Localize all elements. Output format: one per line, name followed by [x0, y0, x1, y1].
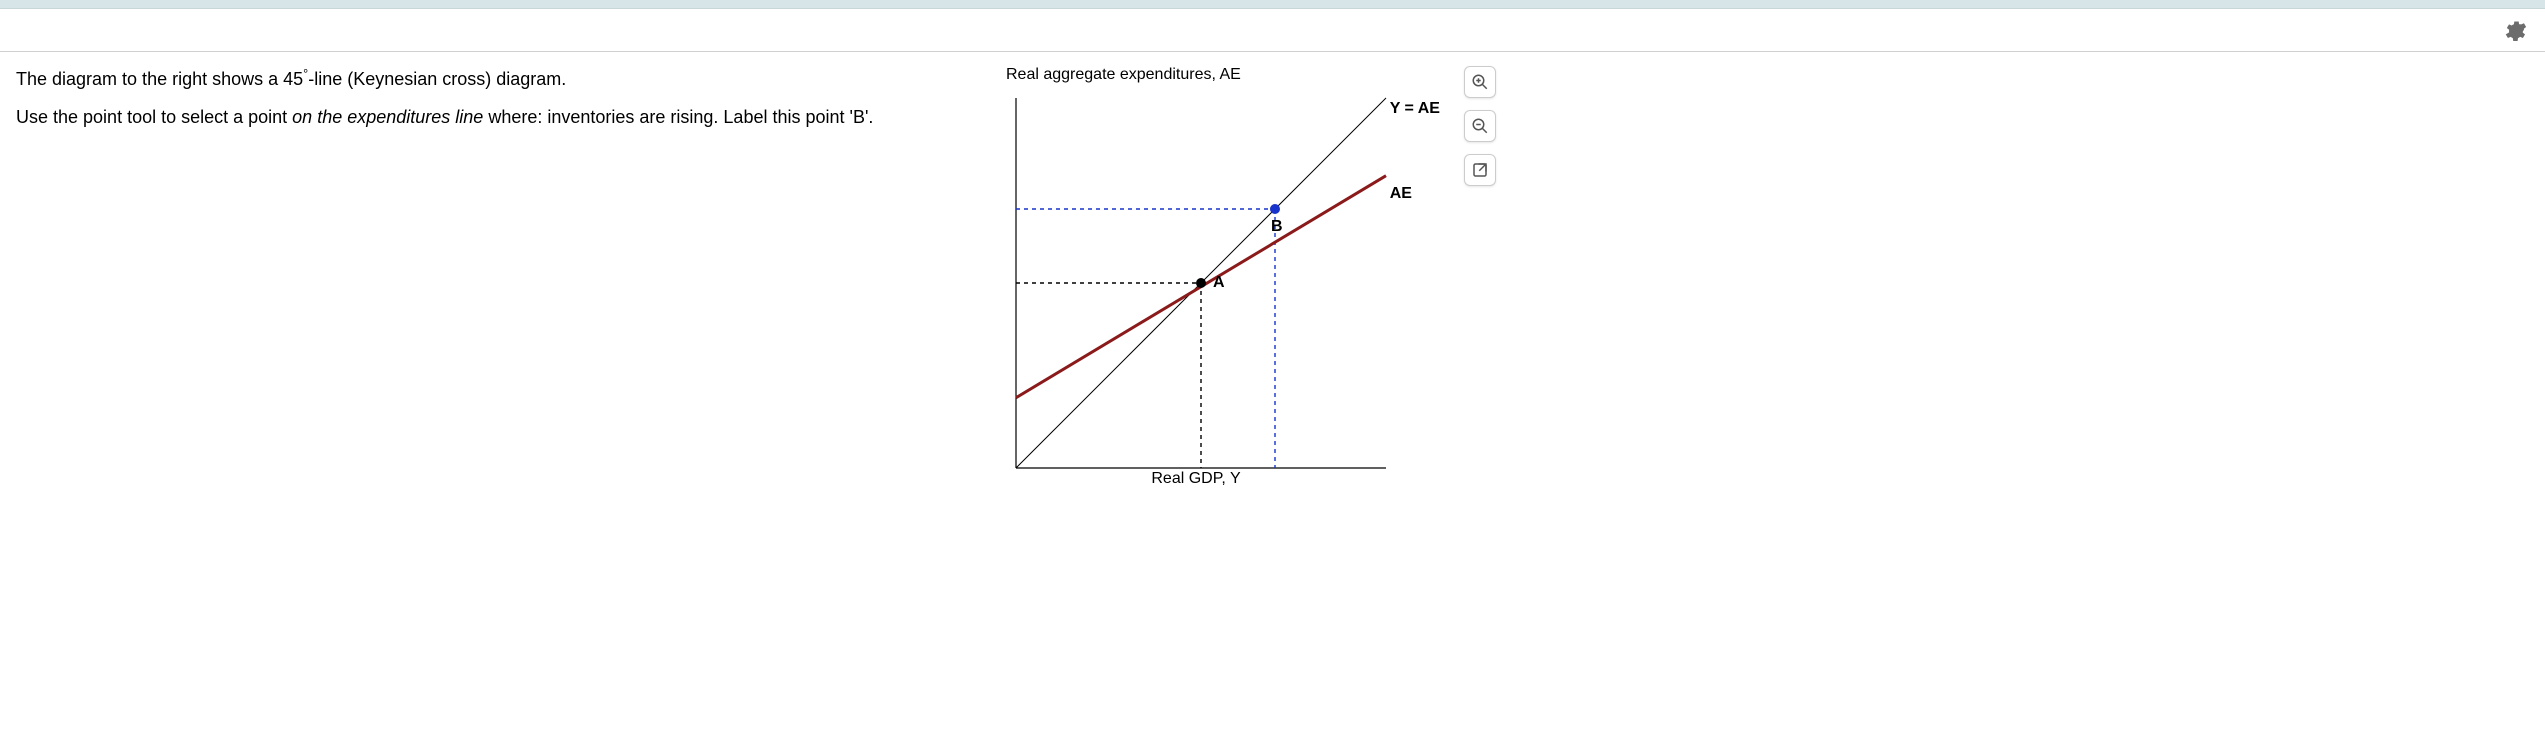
zoom-out-button[interactable]	[1464, 110, 1496, 142]
chart-panel: Real aggregate expenditures, AE Y = AE AE…	[986, 66, 2529, 488]
chart-toolbar	[1464, 66, 1496, 186]
window-top-strip	[0, 0, 2545, 9]
zoom-in-icon	[1471, 73, 1489, 91]
content-area: The diagram to the right shows a 45°-lin…	[0, 52, 2545, 502]
zoom-in-button[interactable]	[1464, 66, 1496, 98]
question-panel: The diagram to the right shows a 45°-lin…	[16, 66, 986, 488]
svg-text:A: A	[1213, 274, 1225, 291]
settings-gear-icon[interactable]	[2501, 17, 2527, 43]
svg-text:AE: AE	[1390, 185, 1413, 202]
question-task: Use the point tool to select a point on …	[16, 105, 986, 129]
popout-button[interactable]	[1464, 154, 1496, 186]
keynesian-cross-plot[interactable]: Y = AEAEAB	[1006, 88, 1386, 468]
svg-text:Y = AE: Y = AE	[1390, 100, 1441, 117]
chart-title: Real aggregate expenditures, AE	[1006, 66, 1436, 84]
question-intro: The diagram to the right shows a 45°-lin…	[16, 66, 986, 91]
svg-text:B: B	[1271, 218, 1283, 235]
popout-icon	[1471, 161, 1489, 179]
zoom-out-icon	[1471, 117, 1489, 135]
header-bar	[0, 9, 2545, 52]
